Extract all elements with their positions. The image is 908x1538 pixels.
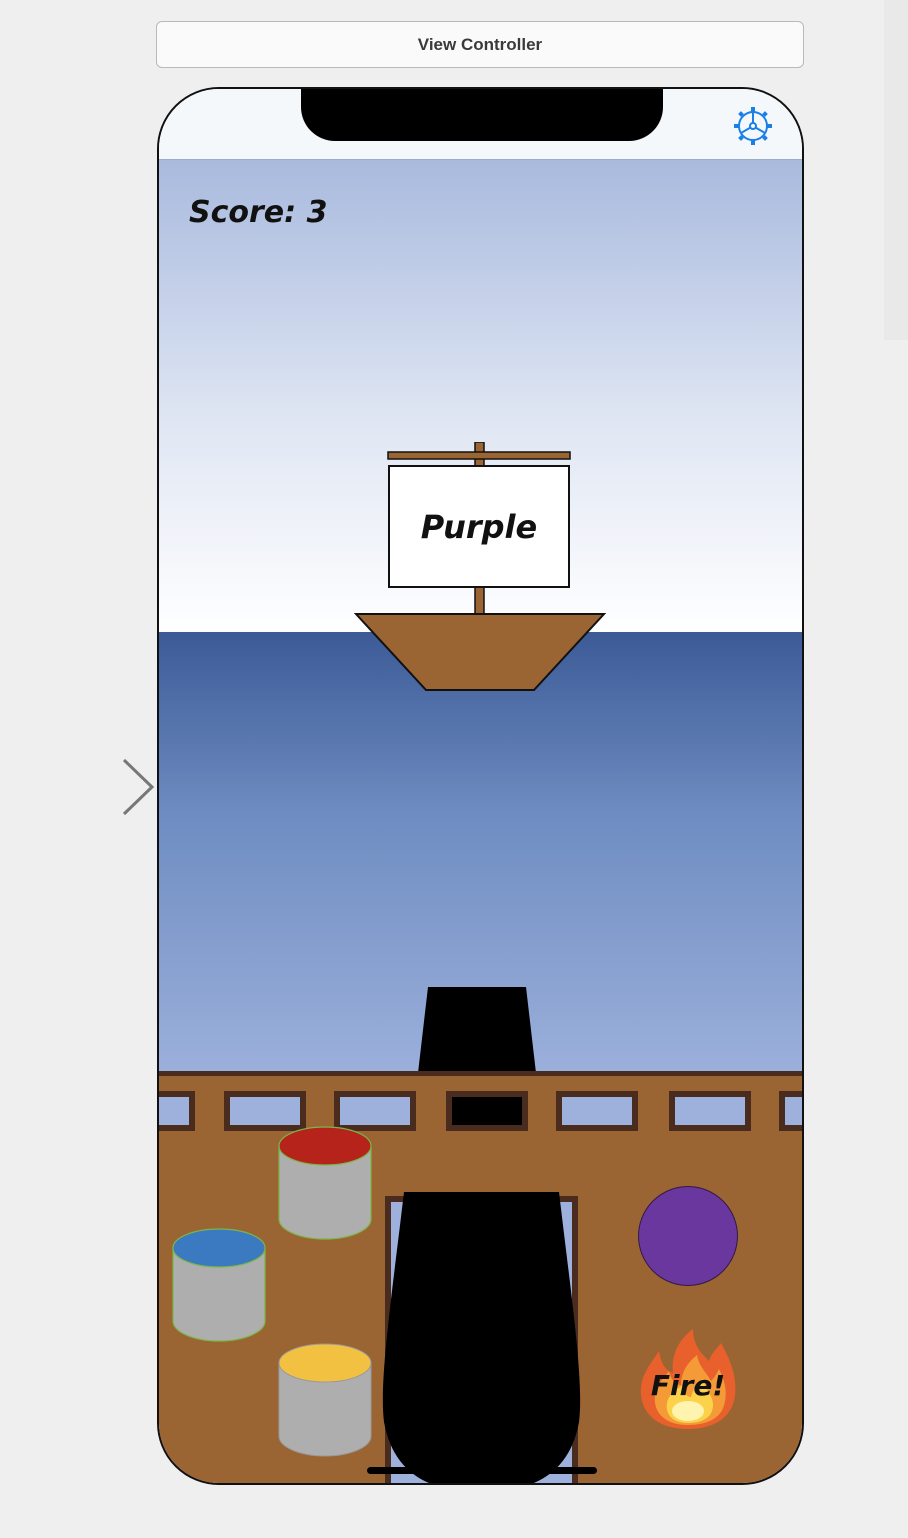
deck-window	[334, 1091, 416, 1131]
scene-title: View Controller	[417, 34, 543, 54]
target-ship: Purple	[353, 441, 608, 692]
iphone-frame: Score: 3 Purple Fire!	[157, 87, 804, 1485]
cannon[interactable]	[379, 1192, 584, 1485]
deck-window	[669, 1091, 751, 1131]
deck-window	[556, 1091, 638, 1131]
score-label: Score: 3	[189, 195, 328, 230]
fire-button[interactable]: Fire!	[637, 1327, 739, 1432]
device-notch	[301, 89, 663, 141]
deck-window	[779, 1091, 802, 1131]
deck-window	[446, 1091, 528, 1131]
home-indicator	[367, 1467, 597, 1474]
ship-sail-color-word: Purple	[388, 465, 570, 588]
red-paint-bucket[interactable]	[277, 1126, 373, 1241]
fire-button-label: Fire!	[650, 1369, 726, 1402]
deck-window	[159, 1091, 195, 1131]
yellow-paint-bucket[interactable]	[277, 1343, 373, 1458]
scene-title-bar[interactable]: View Controller	[156, 21, 804, 68]
blue-paint-bucket[interactable]	[171, 1228, 267, 1343]
deck-window	[224, 1091, 306, 1131]
arrow-right-icon	[0, 758, 155, 816]
canvas-scroll-strip	[884, 0, 908, 340]
cannon-barrel-top	[418, 987, 536, 1073]
paint-ball	[638, 1186, 738, 1286]
gear-icon[interactable]	[733, 106, 773, 146]
